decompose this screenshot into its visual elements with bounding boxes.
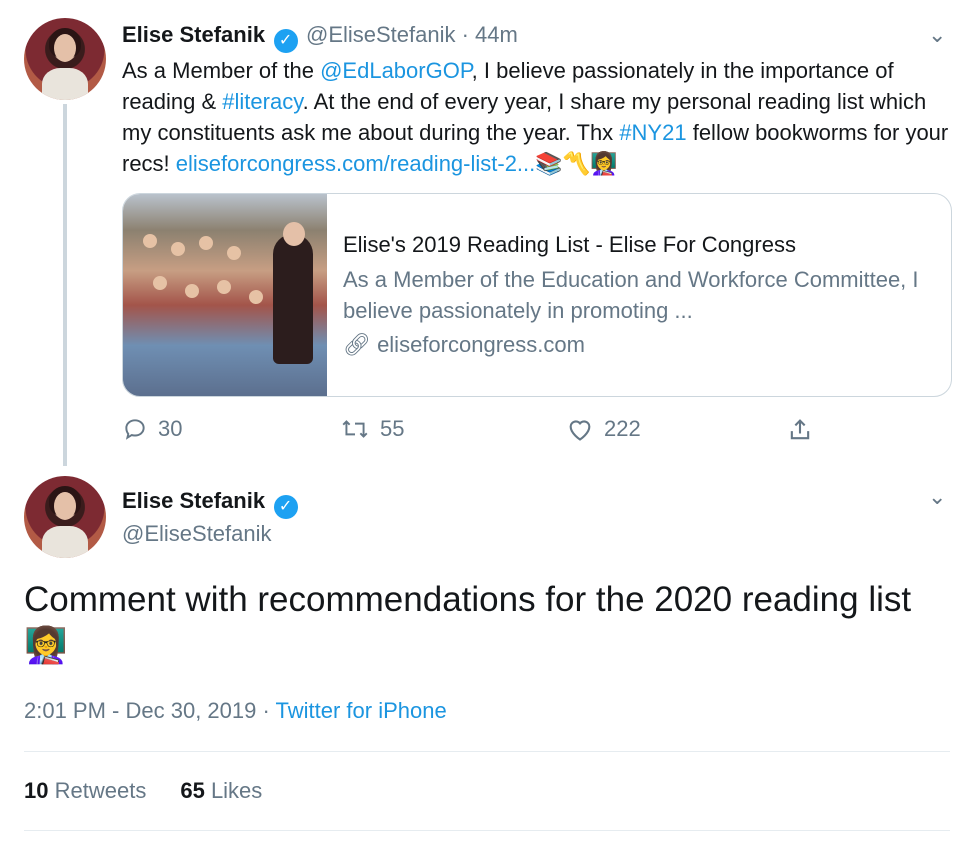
- like-button[interactable]: 222: [566, 416, 641, 442]
- share-icon: [790, 419, 810, 440]
- retweets-label: Retweets: [54, 778, 147, 803]
- url-link[interactable]: eliseforcongress.com/reading-list-2...: [176, 151, 535, 176]
- retweets-stat[interactable]: 10 Retweets: [24, 778, 146, 804]
- engagement-stats: 10 Retweets 65 Likes: [24, 778, 262, 804]
- tweet2-text: Comment with recommendations for the 202…: [24, 580, 912, 665]
- tweet-meta: 2:01 PM - Dec 30, 2019 · Twitter for iPh…: [24, 698, 447, 723]
- avatar[interactable]: [24, 476, 106, 558]
- likes-count: 65: [180, 778, 205, 803]
- mention-link[interactable]: @EdLaborGOP: [320, 58, 472, 83]
- retweet-count: 55: [380, 416, 405, 441]
- verified-badge-icon: ✓: [273, 29, 298, 53]
- display-name[interactable]: Elise Stefanik: [122, 22, 265, 47]
- link-card[interactable]: Elise's 2019 Reading List - Elise For Co…: [122, 193, 952, 397]
- reply-count: 30: [158, 416, 183, 441]
- share-button[interactable]: [786, 416, 814, 444]
- card-thumbnail: [123, 194, 327, 396]
- display-name[interactable]: Elise Stefanik: [122, 488, 265, 513]
- emoji-sequence: 📚〽️👩‍🏫: [535, 151, 618, 176]
- chevron-down-icon[interactable]: ⌄: [928, 484, 946, 510]
- tweet2-name-row: Elise Stefanik ✓: [122, 488, 298, 519]
- verified-badge-icon: ✓: [273, 495, 298, 519]
- card-domain: 🔗︎ eliseforcongress.com: [343, 332, 585, 358]
- hashtag-link[interactable]: #NY21: [619, 120, 686, 145]
- like-count: 222: [604, 416, 641, 441]
- reply-icon: [125, 419, 145, 440]
- chevron-down-icon[interactable]: ⌄: [928, 22, 946, 48]
- heart-icon: [569, 420, 591, 441]
- source-link[interactable]: Twitter for iPhone: [276, 698, 447, 723]
- divider: [24, 751, 950, 752]
- likes-label: Likes: [210, 778, 263, 803]
- tweet1-text: As a Member of the @EdLaborGOP, I believ…: [122, 55, 950, 179]
- card-description: As a Member of the Education and Workfor…: [343, 267, 919, 323]
- hashtag-link[interactable]: #literacy: [222, 89, 302, 114]
- card-title: Elise's 2019 Reading List - Elise For Co…: [343, 232, 796, 257]
- handle[interactable]: @EliseStefanik: [122, 521, 272, 547]
- retweet-icon: [342, 420, 368, 438]
- likes-stat[interactable]: 65 Likes: [180, 778, 262, 804]
- avatar[interactable]: [24, 18, 106, 100]
- text-part: As a Member of the: [122, 58, 321, 83]
- tweet1-header: Elise Stefanik ✓ @EliseStefanik · 44m: [122, 22, 518, 53]
- divider: [24, 830, 950, 831]
- link-icon: 🔗︎: [343, 332, 371, 357]
- retweets-count: 10: [24, 778, 49, 803]
- reply-button[interactable]: 30: [122, 416, 182, 442]
- handle-time[interactable]: @EliseStefanik · 44m: [306, 22, 518, 47]
- card-domain-text: eliseforcongress.com: [377, 332, 585, 357]
- thread-line: [63, 104, 67, 466]
- timestamp[interactable]: 2:01 PM - Dec 30, 2019: [24, 698, 256, 723]
- retweet-button[interactable]: 55: [340, 416, 404, 442]
